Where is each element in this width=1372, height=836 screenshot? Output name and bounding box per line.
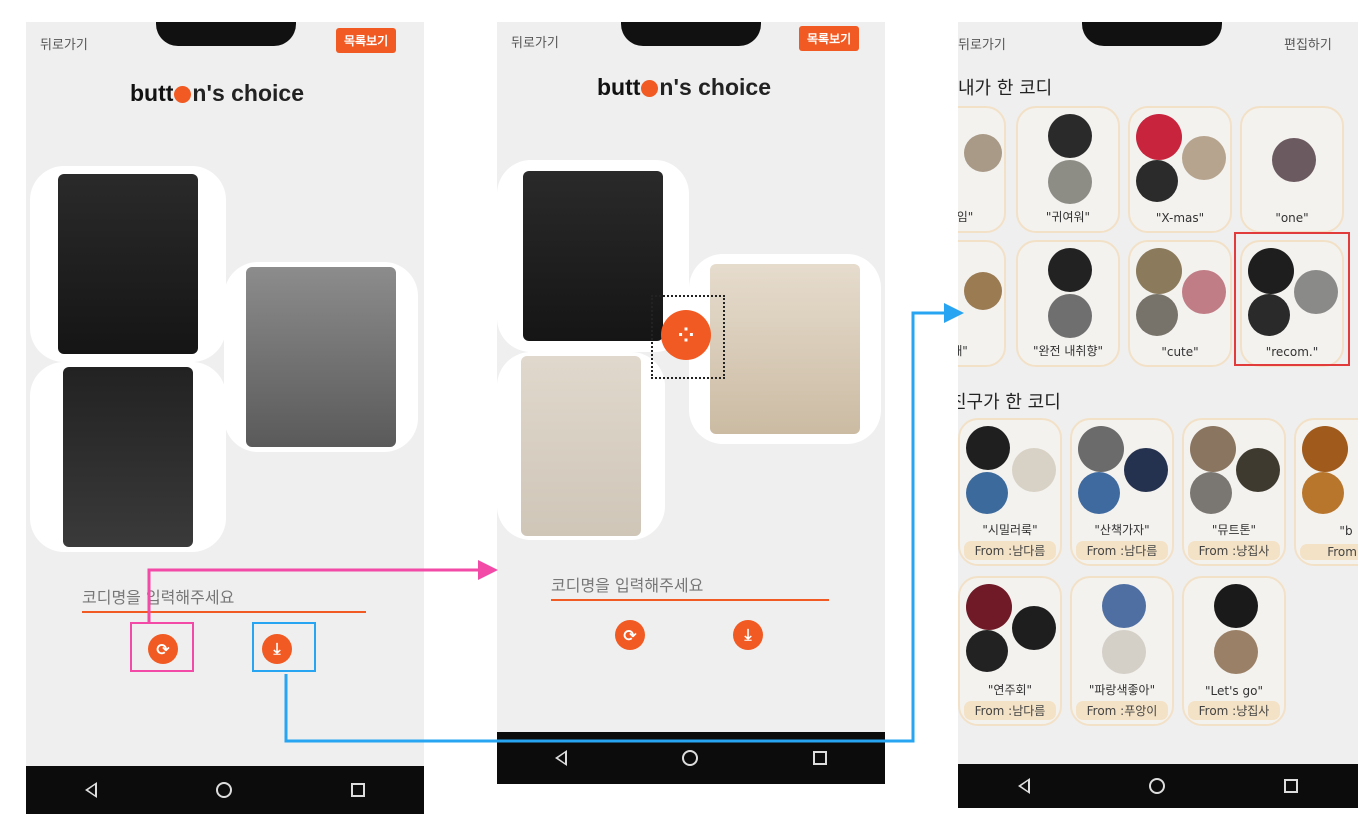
friend-coordi-card[interactable]: "Let's go" From :냥집사 — [1182, 576, 1286, 726]
brand-icon-dotted-frame — [651, 295, 725, 379]
bottom-item-image — [30, 362, 226, 552]
button-logo-icon — [641, 80, 659, 97]
recents-nav-icon[interactable] — [1284, 779, 1299, 793]
outer-item-image — [224, 262, 418, 452]
pink-arrowhead — [478, 560, 498, 580]
logo-text-a: butt — [130, 80, 174, 106]
friend-coordi-card[interactable]: "파랑색좋아" From :푸앙이 — [1070, 576, 1174, 726]
home-nav-icon[interactable] — [215, 782, 232, 798]
back-button[interactable]: 뒤로가기 — [40, 34, 88, 53]
camera-notch — [156, 22, 296, 46]
back-nav-icon[interactable] — [554, 750, 567, 766]
home-nav-icon[interactable] — [1148, 778, 1165, 794]
logo-text-a: butt — [597, 74, 641, 100]
system-navbar — [497, 732, 885, 784]
my-coordi-title: 내가 한 코디 — [958, 78, 1053, 99]
my-coordi-card[interactable]: "X-mas" — [1128, 106, 1232, 233]
back-nav-icon[interactable] — [85, 782, 98, 798]
back-nav-icon[interactable] — [1017, 778, 1030, 794]
refresh-highlight — [130, 622, 194, 672]
refresh-button[interactable]: ⟳ — [615, 620, 645, 650]
save-highlight — [252, 622, 316, 672]
my-coordi-card[interactable]: "cute" — [1128, 240, 1232, 367]
friend-coordi-card[interactable]: "산책가자" From :남다름 — [1070, 418, 1174, 566]
friend-coordi-card[interactable]: "뮤트톤" From :냥집사 — [1182, 418, 1286, 566]
list-button[interactable]: 목록보기 — [799, 26, 860, 51]
camera-notch — [621, 22, 761, 46]
recents-nav-icon[interactable] — [350, 783, 365, 797]
friend-coordi-title: 친구가 한 코디 — [958, 392, 1061, 413]
my-coordi-card[interactable]: "one" — [1240, 106, 1344, 233]
screen-3: 뒤로가기 편집하기 내가 한 코디 유행임" "귀여워" "X-mas" "on… — [958, 22, 1358, 808]
bottom-item-image — [497, 352, 665, 540]
back-button[interactable]: 뒤로가기 — [511, 32, 559, 51]
back-button[interactable]: 뒤로가기 — [958, 34, 1006, 53]
new-card-highlight — [1234, 232, 1350, 366]
system-navbar — [958, 764, 1358, 808]
my-coordi-card[interactable]: "완전 내취향" — [1016, 240, 1120, 367]
my-coordi-card[interactable]: 날때" — [958, 240, 1006, 367]
logo-text-b: n's choice — [659, 74, 771, 100]
app-logo: butt n's choice — [130, 80, 304, 107]
screen-2: 뒤로가기 목록보기 butt n's choice ⁘ 코디명을 입력해주세요 ⟳… — [497, 22, 885, 784]
save-button[interactable]: ⤓ — [733, 620, 763, 650]
camera-notch — [1082, 22, 1222, 46]
my-coordi-card[interactable]: 유행임" — [958, 106, 1006, 233]
my-coordi-card[interactable]: "귀여워" — [1016, 106, 1120, 233]
friend-coordi-card[interactable]: "시밀러룩" From :남다름 — [958, 418, 1062, 566]
logo-text-b: n's choice — [192, 80, 304, 106]
list-button[interactable]: 목록보기 — [336, 28, 397, 53]
coordi-name-input[interactable]: 코디명을 입력해주세요 — [82, 584, 366, 613]
top-item-image — [30, 166, 226, 362]
recents-nav-icon[interactable] — [813, 751, 828, 765]
friend-coordi-card[interactable]: "연주회" From :남다름 — [958, 576, 1062, 726]
edit-button[interactable]: 편집하기 — [1284, 34, 1332, 53]
app-logo: butt n's choice — [597, 74, 771, 101]
home-nav-icon[interactable] — [681, 750, 698, 766]
system-navbar — [26, 766, 424, 814]
friend-coordi-card[interactable]: "b From : — [1294, 418, 1358, 566]
button-logo-icon — [174, 86, 192, 103]
coordi-name-input[interactable]: 코디명을 입력해주세요 — [551, 572, 829, 601]
screen-1: 뒤로가기 목록보기 butt n's choice 코디명을 입력해주세요 ⟳ ⤓ — [26, 22, 424, 814]
